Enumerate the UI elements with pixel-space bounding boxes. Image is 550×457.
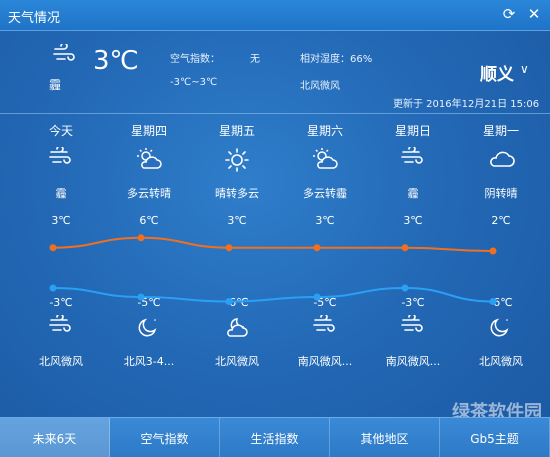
- bottom-tabs: 未来6天 空气指数 生活指数 其他地区 Gb5主题: [0, 417, 550, 457]
- day-condition: 多云转霾: [303, 187, 347, 200]
- low-temp-point-2: [225, 298, 233, 305]
- temp-range: -3℃~3℃: [170, 77, 218, 88]
- humidity: 相对湿度：66%: [300, 54, 373, 65]
- divider: [0, 113, 550, 114]
- day-condition: 阴转晴: [484, 187, 518, 200]
- day-condition: 霾: [55, 187, 67, 200]
- low-temp-point-1: [137, 293, 145, 301]
- low-temp-point-5: [489, 298, 497, 305]
- wind-info: 北风微风: [215, 355, 259, 368]
- day-condition: 霾: [407, 187, 419, 200]
- partly-cloudy-icon: [104, 147, 194, 175]
- chevron-down-icon[interactable]: ∨: [520, 62, 529, 76]
- high-temp-point-4: [401, 244, 409, 252]
- wind-info: 北风3-4...: [123, 355, 175, 368]
- tab-4[interactable]: Gb5主题: [440, 418, 550, 457]
- tab-2[interactable]: 生活指数: [220, 418, 330, 457]
- high-temp-point-2: [225, 244, 233, 252]
- current-wind: 北风微风: [300, 81, 340, 92]
- day-name: 星期日: [394, 124, 431, 138]
- high-temp-point-0: [49, 244, 57, 252]
- low-temp-line: [52, 286, 494, 303]
- current-condition: 霾: [49, 78, 62, 92]
- day-name: 星期六: [306, 124, 343, 138]
- cloud-icon: [456, 147, 546, 175]
- high-temp-point-3: [313, 244, 321, 252]
- update-time: 更新于 2016年12月21日 15:06: [393, 99, 540, 110]
- low-temp-point-0: [49, 284, 57, 292]
- current-temperature: 3℃: [93, 46, 139, 76]
- temperature-chart: [49, 234, 497, 305]
- window-title: 天气情况: [8, 11, 61, 26]
- high-temp-line: [52, 236, 494, 252]
- aqi-value: 无: [250, 54, 260, 65]
- day-name: 星期五: [218, 124, 255, 138]
- day-name: 星期四: [130, 124, 167, 138]
- tab-1[interactable]: 空气指数: [110, 418, 220, 457]
- day-name: 星期一: [482, 124, 519, 138]
- title-bar: 天气情况 ⟳ ✕: [0, 0, 550, 31]
- high-temp-point-5: [489, 247, 497, 255]
- wind-info: 南风微风...: [297, 355, 353, 368]
- wind-info: 南风微风...: [385, 355, 441, 368]
- high-temp-point-1: [137, 234, 145, 242]
- wind-info: 北风微风: [39, 355, 83, 368]
- partly-cloudy-icon: [280, 147, 370, 175]
- wind-info: 北风微风: [479, 355, 523, 368]
- aqi-label: 空气指数：: [170, 54, 220, 65]
- refresh-icon[interactable]: ⟳: [500, 5, 518, 23]
- day-name: 今天: [48, 124, 73, 138]
- day-condition: 晴转多云: [215, 187, 259, 200]
- close-icon[interactable]: ✕: [525, 5, 543, 23]
- sun-icon: [192, 147, 282, 175]
- haze-icon: [16, 147, 106, 175]
- tab-0[interactable]: 未来6天: [0, 418, 110, 457]
- day-condition: 多云转晴: [127, 187, 171, 200]
- low-temp-point-3: [313, 293, 321, 301]
- haze-icon: [52, 42, 76, 68]
- tab-3[interactable]: 其他地区: [330, 418, 440, 457]
- city-selector[interactable]: 顺义: [480, 60, 514, 85]
- weather-window: 天气情况 ⟳ ✕ 霾 3℃ 空气指数： 无 相对湿度：66% -3℃~3℃ 北风…: [0, 0, 550, 457]
- haze-icon: [368, 147, 458, 175]
- low-temp-point-4: [401, 284, 409, 292]
